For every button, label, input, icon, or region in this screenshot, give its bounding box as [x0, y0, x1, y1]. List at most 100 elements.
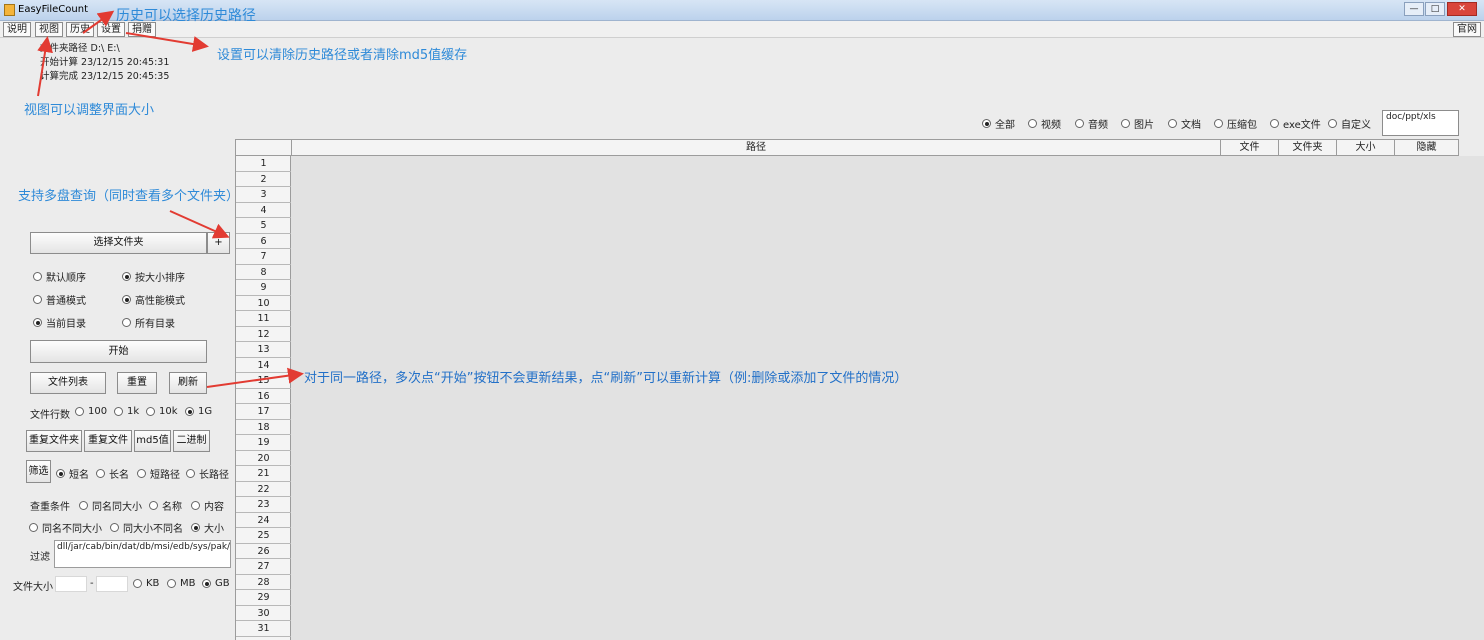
mode-high-radio[interactable]: 高性能模式 — [122, 292, 185, 307]
cond-samename-diffsize-label: 同名不同大小 — [42, 524, 102, 535]
mode-normal-radio[interactable]: 普通模式 — [33, 292, 86, 307]
dup-file-button[interactable]: 重复文件 — [84, 430, 132, 452]
type-archive-radio[interactable]: 压缩包 — [1214, 116, 1257, 131]
scope-all-radio[interactable]: 所有目录 — [122, 315, 175, 330]
radio-icon — [114, 407, 123, 416]
close-button[interactable]: ✕ — [1447, 2, 1477, 16]
radio-icon — [1121, 119, 1130, 128]
cond-name-label: 名称 — [162, 502, 182, 513]
type-document-radio[interactable]: 文档 — [1168, 116, 1201, 131]
file-list-button[interactable]: 文件列表 — [30, 372, 106, 394]
size-label: 文件大小 — [13, 582, 53, 593]
radio-icon — [29, 523, 38, 532]
row-number: 1 — [236, 156, 291, 172]
row-number: 6 — [236, 234, 291, 249]
scope-current-radio[interactable]: 当前目录 — [33, 315, 86, 330]
refresh-button[interactable]: 刷新 — [169, 372, 207, 394]
minimize-button[interactable]: — — [1404, 2, 1424, 16]
cond-size-radio[interactable]: 大小 — [191, 520, 224, 535]
column-hidden[interactable]: 隐藏 — [1395, 140, 1458, 155]
cond-samename-samesize-label: 同名同大小 — [92, 502, 142, 513]
filter-button[interactable]: 筛选 — [26, 460, 51, 483]
unit-kb-radio[interactable]: KB — [133, 578, 159, 589]
radio-icon — [79, 501, 88, 510]
radio-icon — [1328, 119, 1337, 128]
radio-icon — [1214, 119, 1223, 128]
type-all-label: 全部 — [995, 120, 1015, 131]
unit-gb-label: GB — [215, 578, 230, 589]
menu-help[interactable]: 说明 — [3, 22, 31, 37]
type-all-radio[interactable]: 全部 — [982, 116, 1015, 131]
dup-folder-button[interactable]: 重复文件夹 — [26, 430, 82, 452]
column-files[interactable]: 文件 — [1221, 140, 1279, 155]
cond-samename-diffsize-radio[interactable]: 同名不同大小 — [29, 520, 102, 535]
type-audio-label: 音频 — [1088, 120, 1108, 131]
exclude-field[interactable]: dll/jar/cab/bin/dat/db/msi/edb/sys/pak/j… — [54, 540, 231, 568]
radio-icon — [122, 318, 131, 327]
add-folder-button[interactable]: + — [207, 232, 230, 254]
row-number: 4 — [236, 203, 291, 218]
scope-current-label: 当前目录 — [46, 319, 86, 330]
row-number: 8 — [236, 265, 291, 280]
binary-button[interactable]: 二进制 — [173, 430, 210, 452]
sort-default-radio[interactable]: 默认顺序 — [33, 269, 86, 284]
cond-samename-samesize-radio[interactable]: 同名同大小 — [79, 498, 142, 513]
annotation-view: 视图可以调整界面大小 — [24, 103, 155, 118]
size-min-field[interactable] — [55, 576, 87, 592]
row-count-100-radio[interactable]: 100 — [75, 406, 107, 417]
unit-gb-radio[interactable]: GB — [202, 578, 230, 589]
column-size[interactable]: 大小 — [1337, 140, 1395, 155]
radio-icon — [982, 119, 991, 128]
type-exe-radio[interactable]: exe文件 — [1270, 116, 1321, 131]
unit-mb-label: MB — [180, 578, 196, 589]
path-short-radio[interactable]: 短路径 — [137, 466, 180, 481]
name-long-radio[interactable]: 长名 — [96, 466, 129, 481]
md5-button[interactable]: md5值 — [134, 430, 171, 452]
radio-icon — [191, 523, 200, 532]
radio-icon — [122, 295, 131, 304]
start-button[interactable]: 开始 — [30, 340, 207, 363]
name-short-radio[interactable]: 短名 — [56, 466, 89, 481]
sort-size-radio[interactable]: 按大小排序 — [122, 269, 185, 284]
radio-icon — [149, 501, 158, 510]
cond-content-radio[interactable]: 内容 — [191, 498, 224, 513]
row-count-1k-radio[interactable]: 1k — [114, 406, 139, 417]
type-image-radio[interactable]: 图片 — [1121, 116, 1154, 131]
row-number: 25 — [236, 528, 291, 544]
menu-history[interactable]: 历史 — [66, 22, 94, 37]
unit-mb-radio[interactable]: MB — [167, 578, 196, 589]
radio-icon — [110, 523, 119, 532]
column-path[interactable]: 路径 — [292, 140, 1221, 155]
table-body[interactable] — [291, 156, 1484, 640]
custom-ext-field[interactable]: doc/ppt/xls — [1382, 110, 1459, 136]
row-number: 12 — [236, 327, 291, 342]
radio-icon — [1028, 119, 1037, 128]
row-count-10k-radio[interactable]: 10k — [146, 406, 178, 417]
radio-icon — [191, 501, 200, 510]
row-count-1g-radio[interactable]: 1G — [185, 406, 212, 417]
path-long-radio[interactable]: 长路径 — [186, 466, 229, 481]
reset-button[interactable]: 重置 — [117, 372, 157, 394]
row-count-1k-label: 1k — [127, 406, 140, 417]
menu-view[interactable]: 视图 — [35, 22, 63, 37]
type-audio-radio[interactable]: 音频 — [1075, 116, 1108, 131]
row-number: 28 — [236, 575, 291, 590]
type-video-radio[interactable]: 视频 — [1028, 116, 1061, 131]
size-max-field[interactable] — [96, 576, 128, 592]
cond-size-label: 大小 — [204, 524, 224, 535]
menu-website[interactable]: 官网 — [1453, 22, 1481, 37]
cond-samesize-diffname-radio[interactable]: 同大小不同名 — [110, 520, 183, 535]
cond-name-radio[interactable]: 名称 — [149, 498, 182, 513]
choose-folder-button[interactable]: 选择文件夹 — [30, 232, 207, 254]
scope-all-label: 所有目录 — [135, 319, 175, 330]
row-number: 30 — [236, 606, 291, 621]
radio-icon — [186, 469, 195, 478]
cond-samesize-diffname-label: 同大小不同名 — [123, 524, 183, 535]
column-folders[interactable]: 文件夹 — [1279, 140, 1337, 155]
type-exe-label: exe文件 — [1283, 120, 1321, 131]
type-custom-radio[interactable]: 自定义 — [1328, 116, 1371, 131]
row-number: 20 — [236, 451, 291, 466]
maximize-button[interactable]: □ — [1425, 2, 1445, 16]
row-number: 23 — [236, 497, 291, 513]
path-long-label: 长路径 — [199, 470, 229, 481]
